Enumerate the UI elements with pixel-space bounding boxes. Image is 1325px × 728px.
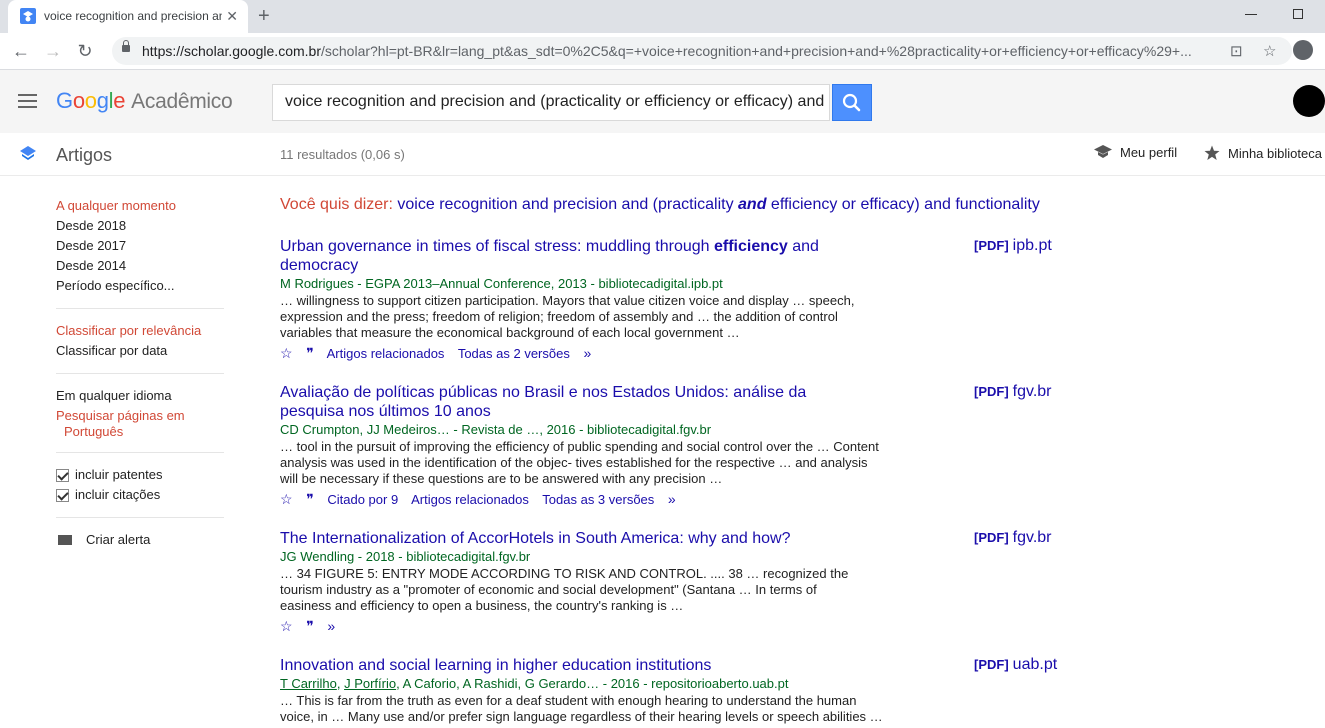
browser-toolbar: ← → ↻ https://scholar.google.com.br/scho…	[0, 33, 1325, 70]
result-title-link[interactable]: Urban governance in times of fiscal stre…	[280, 238, 819, 274]
google-logo-text: Google	[56, 88, 126, 113]
result-actions: ☆ ❞ Artigos relacionados Todas as 2 vers…	[280, 343, 900, 364]
menu-icon[interactable]	[18, 94, 37, 108]
search-result: Innovation and social learning in higher…	[280, 656, 900, 725]
filter-sidebar: A qualquer momento Desde 2018 Desde 2017…	[56, 196, 226, 550]
close-tab-icon[interactable]: ✕	[226, 8, 238, 24]
browser-tab-bar: voice recognition and precision and ✕ +	[0, 0, 1325, 33]
result-authors: T Carrilho, J Porfírio, A Caforio, A Ras…	[280, 676, 789, 691]
more-chevron-icon[interactable]: »	[668, 491, 676, 507]
result-title-link[interactable]: The Internationalization of AccorHotels …	[280, 530, 791, 547]
divider	[56, 308, 224, 309]
address-bar[interactable]: https://scholar.google.com.br/scholar?hl…	[112, 37, 1292, 65]
lang-any-link[interactable]: Em qualquer idioma	[56, 386, 226, 406]
all-versions-link[interactable]: Todas as 2 versões	[458, 346, 570, 361]
tab-title: voice recognition and precision and	[44, 9, 222, 23]
lang-portuguese-link[interactable]: Pesquisar páginas em Português	[56, 408, 226, 440]
sort-date-link[interactable]: Classificar por data	[56, 341, 226, 361]
bookmark-star-icon[interactable]: ☆	[1263, 42, 1276, 60]
cite-quote-icon[interactable]: ❞	[306, 345, 314, 361]
checkbox-checked-icon[interactable]	[56, 468, 69, 482]
envelope-icon	[58, 535, 72, 545]
save-star-icon[interactable]: ☆	[280, 618, 293, 634]
divider	[56, 452, 224, 453]
all-versions-link[interactable]: Todas as 3 versões	[542, 492, 654, 507]
forward-arrow-icon[interactable]: →	[42, 40, 64, 62]
save-star-icon[interactable]: ☆	[280, 345, 293, 361]
related-articles-link[interactable]: Artigos relacionados	[411, 492, 529, 507]
time-since-2014-link[interactable]: Desde 2014	[56, 256, 226, 276]
cite-quote-icon[interactable]: ❞	[306, 618, 314, 634]
time-any-link[interactable]: A qualquer momento	[56, 196, 226, 216]
result-snippet: … This is far from the truth as even for…	[280, 693, 883, 724]
time-custom-link[interactable]: Período específico...	[56, 276, 226, 296]
related-articles-link[interactable]: Artigos relacionados	[327, 346, 445, 361]
search-box[interactable]	[272, 84, 830, 121]
cite-quote-icon[interactable]: ❞	[306, 491, 314, 507]
time-since-2018-link[interactable]: Desde 2018	[56, 216, 226, 236]
my-library-link[interactable]: Minha biblioteca	[1204, 145, 1322, 164]
result-title-link[interactable]: Avaliação de políticas públicas no Brasi…	[280, 384, 806, 420]
reload-icon[interactable]: ↻	[74, 40, 96, 62]
result-actions: ☆ ❞ »	[280, 616, 900, 637]
pdf-link[interactable]: [PDF] fgv.br	[974, 383, 1052, 401]
browser-profile-icon[interactable]	[1293, 40, 1313, 60]
lock-icon	[122, 40, 130, 52]
more-chevron-icon[interactable]: »	[583, 345, 591, 361]
search-result: The Internationalization of AccorHotels …	[280, 529, 900, 637]
save-star-icon[interactable]: ☆	[280, 491, 293, 507]
sub-header: Artigos 11 resultados (0,06 s) Meu perfi…	[0, 133, 1325, 176]
section-title: Artigos	[56, 145, 113, 165]
divider	[56, 517, 224, 518]
browser-tab[interactable]: voice recognition and precision and ✕	[8, 0, 248, 33]
graduation-cap-icon	[1094, 145, 1112, 162]
more-chevron-icon[interactable]: »	[327, 618, 335, 634]
pdf-link[interactable]: [PDF] uab.pt	[974, 656, 1057, 674]
translate-icon[interactable]: ⊡	[1230, 42, 1243, 60]
scholar-logo[interactable]: Google Acadêmico	[56, 88, 233, 114]
scholar-favicon-icon	[20, 8, 36, 24]
account-avatar[interactable]	[1293, 85, 1325, 117]
scholar-header: Google Acadêmico	[0, 70, 1325, 133]
pdf-link[interactable]: [PDF] fgv.br	[974, 529, 1052, 547]
did-you-mean: Você quis dizer: voice recognition and p…	[280, 196, 1040, 213]
url-text[interactable]: https://scholar.google.com.br/scholar?hl…	[142, 43, 1212, 59]
create-alert-link[interactable]: Criar alerta	[56, 530, 226, 550]
result-snippet: … 34 FIGURE 5: ENTRY MODE ACCORDING TO R…	[280, 566, 849, 613]
checkbox-checked-icon[interactable]	[56, 488, 69, 502]
pdf-link[interactable]: [PDF] ipb.pt	[974, 237, 1052, 255]
cited-by-link[interactable]: Citado por 9	[327, 492, 398, 507]
minimize-window-icon[interactable]	[1245, 14, 1257, 15]
result-snippet: … willingness to support citizen partici…	[280, 293, 855, 340]
my-profile-link[interactable]: Meu perfil	[1094, 145, 1177, 162]
restore-window-icon[interactable]	[1293, 9, 1303, 19]
back-arrow-icon[interactable]: ←	[10, 40, 32, 62]
search-result: Urban governance in times of fiscal stre…	[280, 237, 900, 364]
star-icon	[1204, 145, 1220, 164]
new-tab-icon[interactable]: +	[258, 5, 270, 27]
result-actions: ☆ ❞ Citado por 9 Artigos relacionados To…	[280, 489, 900, 510]
results-count: 11 resultados (0,06 s)	[280, 147, 405, 162]
search-result: Avaliação de políticas públicas no Brasi…	[280, 383, 900, 510]
result-authors: M Rodrigues - EGPA 2013–Annual Conferenc…	[280, 276, 723, 291]
sort-relevance-link[interactable]: Classificar por relevância	[56, 321, 226, 341]
divider	[56, 373, 224, 374]
search-icon	[842, 93, 861, 112]
result-title-link[interactable]: Innovation and social learning in higher…	[280, 657, 711, 674]
search-button[interactable]	[832, 84, 872, 121]
search-input[interactable]	[285, 93, 825, 111]
suggested-query-link[interactable]: voice recognition and precision and (pra…	[397, 196, 1039, 213]
author-link[interactable]: J Porfírio	[344, 676, 396, 691]
product-name: Acadêmico	[131, 90, 233, 113]
include-patents-checkbox[interactable]: incluir patentes	[56, 465, 226, 485]
articles-icon	[19, 145, 37, 166]
time-since-2017-link[interactable]: Desde 2017	[56, 236, 226, 256]
result-snippet: … tool in the pursuit of improving the e…	[280, 439, 879, 486]
include-citations-checkbox[interactable]: incluir citações	[56, 485, 226, 505]
result-authors: JG Wendling - 2018 - bibliotecadigital.f…	[280, 549, 531, 564]
author-link[interactable]: T Carrilho	[280, 676, 337, 691]
result-authors: CD Crumpton, JJ Medeiros… - Revista de ……	[280, 422, 712, 437]
